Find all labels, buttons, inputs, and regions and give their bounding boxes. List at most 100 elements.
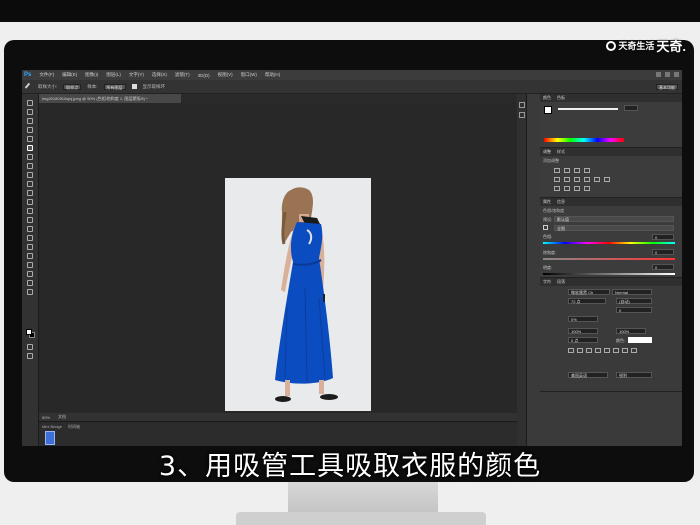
path-select-icon[interactable]: [27, 244, 33, 250]
zoom-level[interactable]: 50%: [42, 415, 50, 420]
menu-view[interactable]: 视图(V): [218, 72, 233, 78]
file-thumbnail-icon[interactable]: [45, 431, 55, 445]
shape-tool-icon[interactable]: [27, 253, 33, 259]
lasso-tool-icon[interactable]: [27, 118, 33, 124]
preset-select[interactable]: 默认值: [554, 216, 674, 222]
close-icon[interactable]: [674, 72, 679, 77]
hue-slider[interactable]: [543, 242, 675, 244]
color-spectrum-bar[interactable]: [544, 138, 624, 142]
gradient-map-icon[interactable]: [584, 186, 590, 191]
lightness-value-field[interactable]: 0: [652, 264, 674, 270]
horizontal-scale-field[interactable]: 100%: [616, 328, 646, 334]
exposure-icon[interactable]: [584, 168, 590, 173]
text-color-swatch[interactable]: [628, 337, 652, 343]
history-brush-icon[interactable]: [27, 181, 33, 187]
pen-tool-icon[interactable]: [27, 226, 33, 232]
eyedropper-tool-icon[interactable]: [24, 82, 34, 91]
faux-bold-icon[interactable]: [568, 348, 574, 353]
language-select[interactable]: 美国英语: [568, 372, 608, 378]
menu-3d[interactable]: 3D(D): [198, 73, 210, 78]
menu-window[interactable]: 窗口(W): [241, 72, 257, 78]
3d-camera-icon[interactable]: [27, 271, 33, 277]
photo-canvas[interactable]: [225, 178, 371, 411]
leading-field[interactable]: (自动): [616, 298, 652, 304]
levels-icon[interactable]: [564, 168, 570, 173]
channel-select[interactable]: 全图: [554, 225, 674, 231]
saturation-slider[interactable]: [543, 258, 675, 260]
crop-tool-icon[interactable]: [27, 136, 33, 142]
menu-filter[interactable]: 滤镜(T): [175, 72, 190, 78]
font-size-field[interactable]: 72 点: [568, 298, 606, 304]
menu-layer[interactable]: 图层(L): [106, 72, 121, 78]
underline-icon[interactable]: [622, 348, 628, 353]
eraser-tool-icon[interactable]: [27, 190, 33, 196]
menu-select[interactable]: 选择(S): [152, 72, 167, 78]
antialias-select[interactable]: 锐利: [616, 372, 652, 378]
saturation-value-field[interactable]: 0: [652, 249, 674, 255]
black-white-icon[interactable]: [584, 177, 590, 182]
vertical-scale-field[interactable]: 100%: [568, 328, 598, 334]
brush-tool-icon[interactable]: [27, 163, 33, 169]
quick-mask-icon[interactable]: [27, 344, 33, 350]
marquee-tool-icon[interactable]: [27, 109, 33, 115]
3d-rotate-icon[interactable]: [27, 262, 33, 268]
subscript-icon[interactable]: [613, 348, 619, 353]
clone-stamp-icon[interactable]: [27, 172, 33, 178]
vibrance-icon[interactable]: [554, 177, 560, 182]
menu-edit[interactable]: 编辑(E): [62, 72, 77, 78]
posterize-icon[interactable]: [564, 186, 570, 191]
type-tool-icon[interactable]: [27, 235, 33, 241]
curves-icon[interactable]: [574, 168, 580, 173]
hand-adjust-icon[interactable]: [543, 225, 548, 230]
sample-size-select[interactable]: 取样点: [63, 83, 82, 90]
menu-image[interactable]: 图像(I): [85, 72, 98, 78]
color-value-field[interactable]: [624, 105, 638, 111]
screen-mode-icon[interactable]: [27, 353, 33, 359]
tracking-field[interactable]: 0: [616, 307, 652, 313]
channel-mixer-icon[interactable]: [604, 177, 610, 182]
hue-saturation-icon[interactable]: [564, 177, 570, 182]
color-panel-fg-swatch[interactable]: [544, 106, 552, 114]
move-tool-icon[interactable]: [27, 100, 33, 106]
zoom-tool-icon[interactable]: [27, 289, 33, 295]
actions-panel-icon[interactable]: [519, 112, 525, 118]
document-tab[interactable]: img20180910sjnj.jpeg @ 50% (色相/饱和度 1, 图层…: [39, 94, 181, 103]
tab-color[interactable]: 颜色: [543, 95, 551, 101]
tab-character[interactable]: 字符: [543, 279, 551, 285]
canvas-area[interactable]: [39, 103, 517, 413]
tab-info[interactable]: 信息: [557, 199, 565, 205]
dodge-tool-icon[interactable]: [27, 217, 33, 223]
eyedropper-tool-icon[interactable]: [27, 145, 33, 151]
menu-help[interactable]: 帮助(H): [265, 72, 280, 78]
status-doc-label[interactable]: 文档: [58, 414, 66, 420]
faux-italic-icon[interactable]: [577, 348, 583, 353]
tab-swatches[interactable]: 色板: [557, 95, 565, 101]
hand-tool-icon[interactable]: [27, 280, 33, 286]
workspace-select[interactable]: 基本功能: [656, 84, 678, 90]
superscript-icon[interactable]: [604, 348, 610, 353]
foreground-color-swatch[interactable]: [26, 329, 32, 335]
threshold-icon[interactable]: [574, 186, 580, 191]
invert-icon[interactable]: [554, 186, 560, 191]
font-family-select[interactable]: 微软雅黑 Ch: [568, 289, 610, 295]
blur-tool-icon[interactable]: [27, 208, 33, 214]
sample-select[interactable]: 所有图层: [103, 83, 126, 90]
tab-properties[interactable]: 属性: [543, 199, 551, 205]
hue-value-field[interactable]: 0: [652, 234, 674, 240]
gradient-tool-icon[interactable]: [27, 199, 33, 205]
tab-mini-bridge[interactable]: Mini Bridge: [42, 424, 62, 430]
color-balance-icon[interactable]: [574, 177, 580, 182]
strikethrough-icon[interactable]: [631, 348, 637, 353]
lightness-slider[interactable]: [543, 273, 675, 275]
tab-adjustments[interactable]: 调整: [543, 149, 551, 155]
all-caps-icon[interactable]: [586, 348, 592, 353]
baseline-shift-field[interactable]: 0 点: [568, 337, 598, 343]
small-caps-icon[interactable]: [595, 348, 601, 353]
brightness-contrast-icon[interactable]: [554, 168, 560, 173]
font-style-select[interactable]: Normal: [612, 289, 652, 295]
show-ring-checkbox[interactable]: [131, 84, 137, 89]
tab-paragraph[interactable]: 段落: [557, 279, 565, 285]
menu-type[interactable]: 文字(Y): [129, 72, 144, 78]
tab-styles[interactable]: 样式: [557, 149, 565, 155]
maximize-icon[interactable]: [665, 72, 670, 77]
